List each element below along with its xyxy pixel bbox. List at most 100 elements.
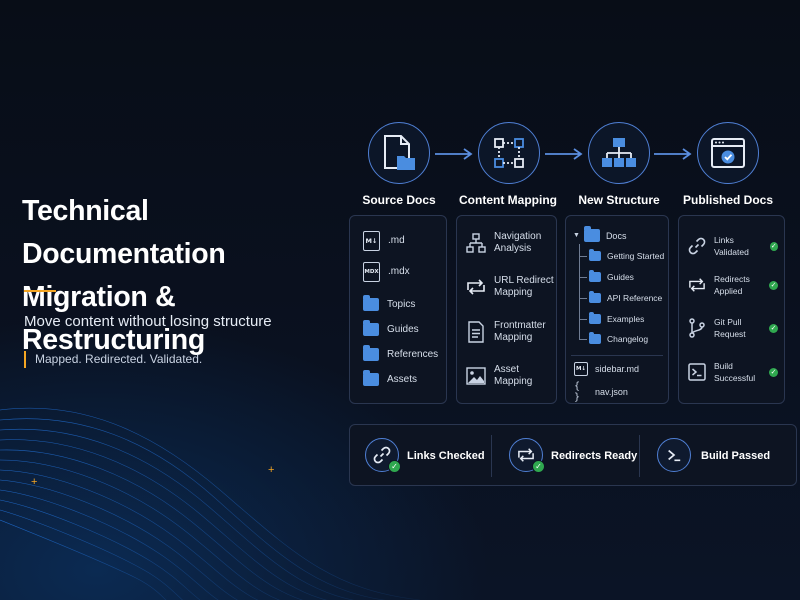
arrow-right-icon xyxy=(545,148,583,160)
tree-connector xyxy=(579,298,587,299)
check-icon: ✓ xyxy=(769,367,778,377)
label-line: Mapping xyxy=(494,376,533,387)
tree-item-changelog: Changelog xyxy=(589,332,649,345)
tree-connector xyxy=(579,244,580,339)
content-mapping-panel: Navigation Analysis URL Redirect Mapping… xyxy=(456,215,557,404)
folder-label: Topics xyxy=(387,298,416,310)
status-label-links: Links Checked xyxy=(407,450,485,462)
new-structure-panel: ▼ Docs Getting Started Guides API Refere… xyxy=(565,215,669,404)
subtitle: Move content without losing structure xyxy=(24,313,272,330)
mapping-item-frontmatter: Frontmatter Mapping xyxy=(466,320,546,344)
status-label-build: Build Passed xyxy=(701,450,771,462)
published-label: Links Validated xyxy=(714,235,749,257)
redirect-icon xyxy=(467,279,485,295)
file-item-sidebar: M↓ sidebar.md xyxy=(574,362,639,376)
check-icon: ✓ xyxy=(769,280,778,290)
folder-icon xyxy=(363,320,379,336)
mapping-item-navigation: Navigation Analysis xyxy=(466,231,541,255)
status-bar: ✓ Links Checked ✓ Redirects Ready Build … xyxy=(349,424,797,486)
stage-label-published-docs: Published Docs xyxy=(682,193,774,207)
image-icon xyxy=(466,367,486,385)
label-line: Request xyxy=(714,329,746,339)
folder-icon xyxy=(583,226,600,242)
folder-icon xyxy=(589,332,601,344)
divider xyxy=(491,435,492,477)
accent-rule xyxy=(24,290,56,292)
folder-icon xyxy=(589,291,601,303)
mdx-file-icon: MDX xyxy=(363,262,380,282)
tree-connector xyxy=(579,277,587,278)
tree-connector xyxy=(579,339,587,340)
tree-item-examples: Examples xyxy=(589,312,645,325)
published-item-links: Links Validated ✓ xyxy=(688,234,778,258)
label-line: Successful xyxy=(714,373,756,383)
sparkle-icon: + xyxy=(268,464,275,476)
published-item-build: Build Successful ✓ xyxy=(688,360,778,384)
check-icon: ✓ xyxy=(532,460,545,473)
check-icon: ✓ xyxy=(769,241,778,251)
label-line: Navigation xyxy=(494,231,542,242)
file-label: nav.json xyxy=(595,387,628,397)
file-label: sidebar.md xyxy=(595,364,640,374)
check-icon: ✓ xyxy=(769,323,778,333)
divider xyxy=(639,435,640,477)
link-icon xyxy=(373,446,391,464)
label-line: Build xyxy=(714,361,733,371)
label-line: Frontmatter xyxy=(494,320,546,331)
mapping-nodes-icon xyxy=(494,138,524,168)
check-icon: ✓ xyxy=(388,460,401,473)
folder-icon xyxy=(363,370,379,386)
file-item-mdx: MDX .mdx xyxy=(363,262,410,282)
file-item-nav-json: { } nav.json xyxy=(574,381,628,403)
title-line-1: Technical Documentation xyxy=(22,195,226,270)
mapping-item-url-redirect: URL Redirect Mapping xyxy=(466,275,554,299)
tree-item-label: Changelog xyxy=(607,334,649,344)
folder-item-assets: Assets xyxy=(363,370,418,386)
markdown-file-icon: M↓ xyxy=(363,231,380,251)
folder-label: Assets xyxy=(387,373,418,385)
folder-icon xyxy=(363,345,379,361)
sitemap-icon xyxy=(466,233,486,253)
stage-label-content-mapping: Content Mapping xyxy=(459,193,557,207)
folder-label: References xyxy=(387,348,439,360)
stage-label-new-structure: New Structure xyxy=(578,193,660,207)
folder-icon xyxy=(589,312,601,324)
tree-item-label: API Reference xyxy=(607,293,663,303)
tree-item-guides: Guides xyxy=(589,270,634,283)
sparkle-icon: + xyxy=(31,476,38,488)
label-line: URL Redirect xyxy=(494,275,554,286)
tree-root-label: Docs xyxy=(605,230,627,241)
label-line: Analysis xyxy=(494,243,532,254)
document-folder-icon xyxy=(384,135,415,170)
label-line: Asset xyxy=(494,364,520,375)
published-label: Build Successful xyxy=(714,360,769,384)
folder-item-topics: Topics xyxy=(363,295,416,311)
folder-icon xyxy=(589,270,601,282)
git-branch-icon xyxy=(689,318,705,338)
label-line: Applied xyxy=(714,286,743,296)
folder-label: Guides xyxy=(387,323,419,335)
terminal-icon xyxy=(668,449,681,462)
tree-item-getting-started: Getting Started xyxy=(589,249,665,262)
stage-content-mapping xyxy=(478,122,540,184)
tree-item-api-reference: API Reference xyxy=(589,291,663,304)
published-docs-panel: Links Validated ✓ Redirects Applied ✓ Gi… xyxy=(678,215,785,404)
tagline: Mapped. Redirected. Validated. xyxy=(35,352,203,366)
mapping-label: Navigation Analysis xyxy=(494,231,541,255)
file-label: .mdx xyxy=(388,266,410,277)
tree-item-label: Examples xyxy=(607,314,645,324)
source-docs-panel: M↓ .md MDX .mdx Topics Guides References… xyxy=(349,215,447,404)
redirect-icon xyxy=(689,278,705,292)
published-item-redirects: Redirects Applied ✓ xyxy=(688,273,778,297)
tree-item-label: Getting Started xyxy=(607,251,665,261)
tree-item-label: Guides xyxy=(607,272,634,282)
browser-check-icon xyxy=(711,138,745,168)
tagline-bar xyxy=(24,351,26,368)
divider xyxy=(571,355,663,356)
chevron-down-icon: ▼ xyxy=(573,232,580,239)
markdown-file-icon: M↓ xyxy=(574,362,588,376)
folder-icon xyxy=(363,295,379,311)
stage-new-structure xyxy=(588,122,650,184)
hierarchy-icon xyxy=(602,138,636,167)
folder-item-references: References xyxy=(363,345,439,361)
